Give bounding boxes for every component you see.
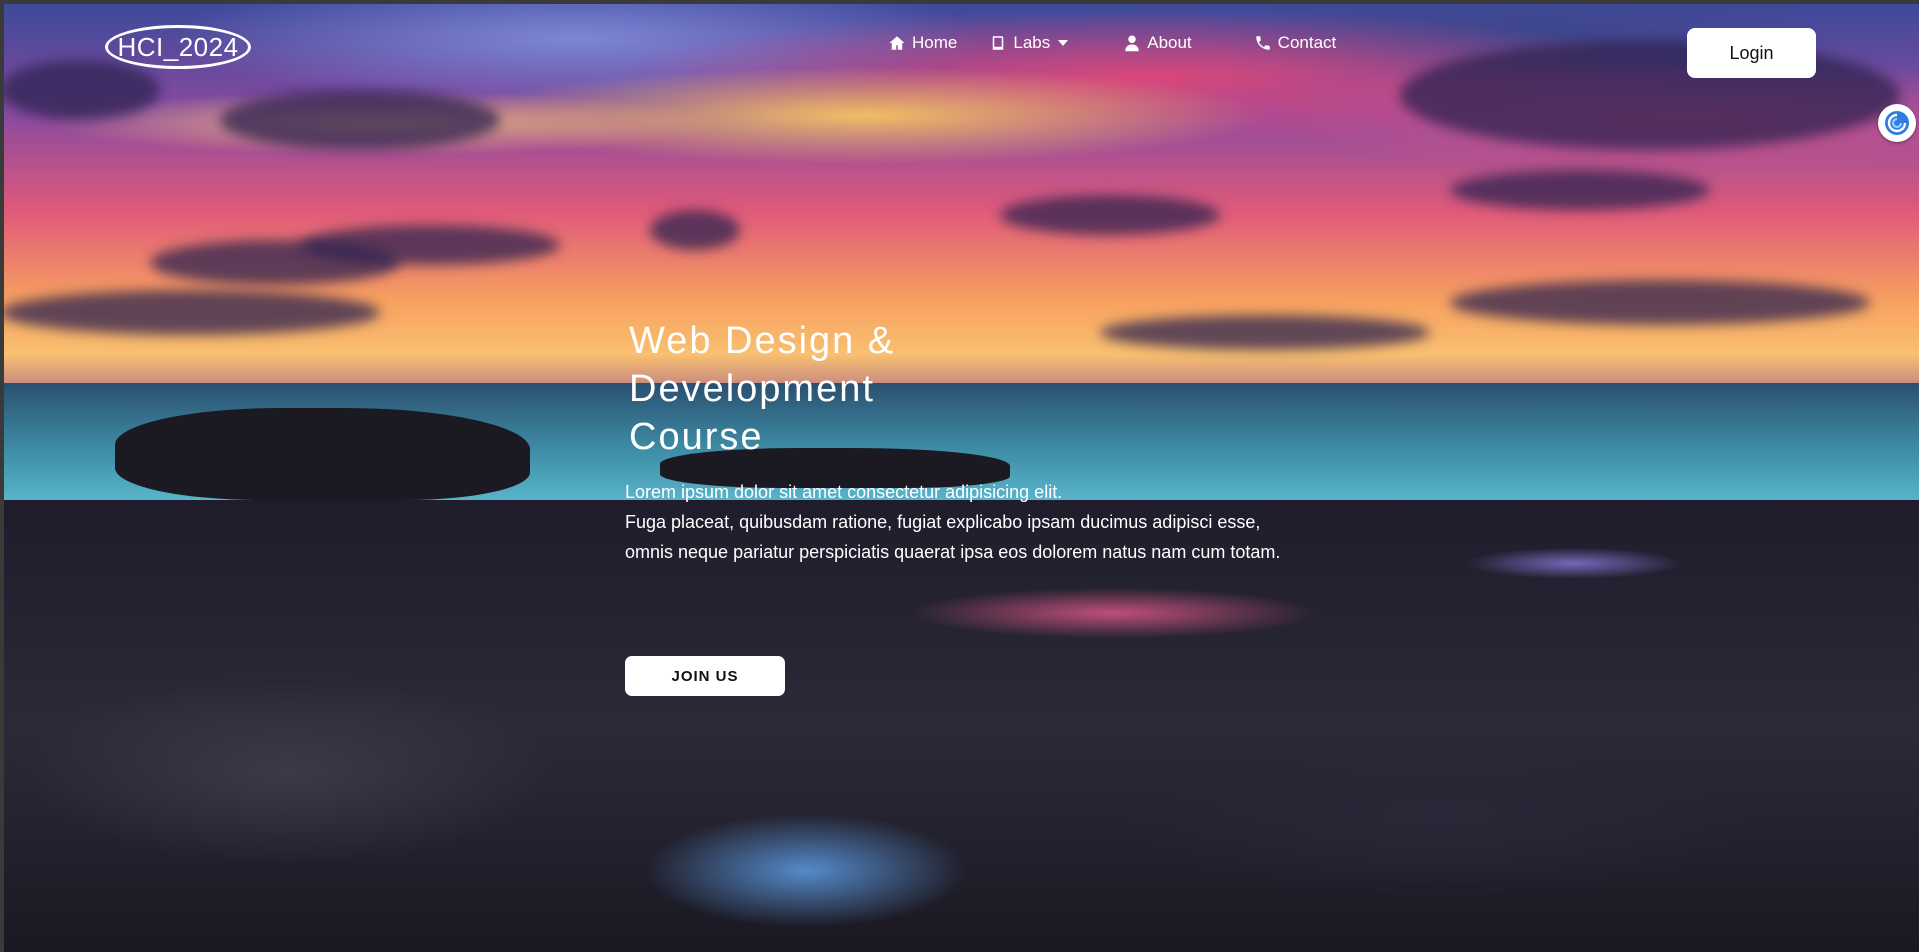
nav-item-label: Contact xyxy=(1277,33,1337,52)
hero-title-line: Course xyxy=(629,416,764,458)
nav-item-about[interactable]: About xyxy=(1123,33,1192,53)
hero-description: Lorem ipsum dolor sit amet consectetur a… xyxy=(625,477,1305,567)
swirl-icon xyxy=(1885,111,1909,135)
hero-title-line: Development xyxy=(629,368,875,410)
main-nav: Home Labs About Contact xyxy=(888,33,1336,53)
home-icon xyxy=(889,36,905,50)
site-logo[interactable]: HCI_2024 xyxy=(105,25,251,69)
hero-title: Web Design & Development Course xyxy=(629,317,989,461)
login-button[interactable]: Login xyxy=(1687,28,1816,78)
hero-text-line: omnis neque pariatur perspiciatis quaera… xyxy=(625,542,1281,562)
hero-title-line: Web Design & xyxy=(629,320,896,362)
book-icon xyxy=(993,36,1004,50)
browser-extension-icon[interactable] xyxy=(1878,104,1916,142)
hero-text-line: Fuga placeat, quibusdam ratione, fugiat … xyxy=(625,512,1261,532)
window-frame xyxy=(0,0,1919,952)
nav-item-label: About xyxy=(1147,33,1192,52)
nav-item-label: Home xyxy=(912,33,958,52)
hero-text-line: Lorem ipsum dolor sit amet consectetur a… xyxy=(625,482,1063,502)
user-icon xyxy=(1125,35,1139,52)
nav-item-contact[interactable]: Contact xyxy=(1254,33,1337,53)
logo-text: HCI_2024 xyxy=(117,31,239,62)
chevron-down-icon xyxy=(1058,40,1069,46)
join-us-button[interactable]: JOIN US xyxy=(625,656,785,696)
phone-icon xyxy=(1255,36,1270,50)
nav-item-label: Labs xyxy=(1013,33,1051,52)
nav-item-home[interactable]: Home xyxy=(888,33,957,53)
nav-item-labs[interactable]: Labs xyxy=(989,33,1069,53)
